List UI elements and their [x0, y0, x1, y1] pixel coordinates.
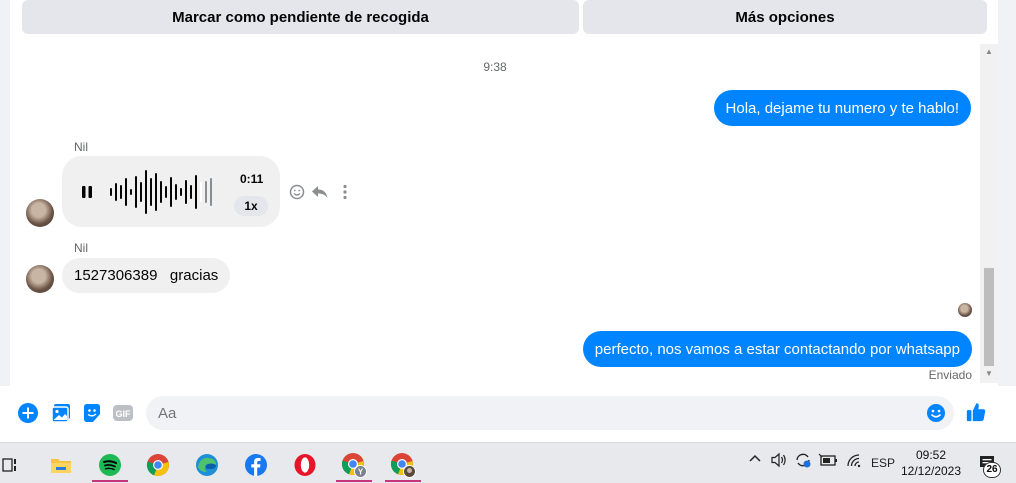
more-actions-icon[interactable]: [336, 183, 354, 201]
mark-pending-pickup-button[interactable]: Marcar como pendiente de recogida: [22, 0, 579, 34]
battery-icon[interactable]: [818, 452, 838, 471]
outgoing-message[interactable]: Hola, dejame tu numero y te hablo!: [713, 90, 971, 126]
svg-text:GIF: GIF: [116, 409, 132, 419]
seen-avatar: [958, 303, 972, 317]
message-text: 1527306389 gracias: [74, 267, 219, 284]
task-view-icon[interactable]: [0, 446, 32, 483]
system-clock[interactable]: 09:52 12/12/2023: [900, 447, 962, 479]
opera-icon[interactable]: [283, 446, 327, 483]
show-hidden-icons-icon[interactable]: [748, 452, 762, 469]
notification-count-badge: 26: [983, 462, 1001, 478]
file-explorer-icon[interactable]: [39, 446, 83, 483]
sender-name: Nil: [74, 140, 88, 154]
delivery-status: Enviado: [928, 368, 972, 382]
incoming-message[interactable]: 1527306389 gracias: [62, 258, 231, 293]
chrome-icon[interactable]: [136, 446, 180, 483]
message-text: perfecto, nos vamos a estar contactando …: [594, 340, 960, 358]
language-indicator[interactable]: ESP: [871, 456, 895, 470]
add-plus-icon[interactable]: [17, 402, 39, 424]
message-input[interactable]: [146, 396, 954, 430]
audio-waveform[interactable]: [108, 168, 218, 216]
wifi-icon[interactable]: [845, 452, 863, 471]
reply-icon[interactable]: [311, 183, 329, 201]
pause-icon[interactable]: [80, 185, 94, 199]
chrome-profile-2-icon[interactable]: [381, 446, 425, 483]
sync-icon[interactable]: [794, 452, 812, 471]
scroll-down-arrow-icon[interactable]: ▼: [984, 369, 994, 379]
active-indicator: [385, 480, 421, 482]
gif-icon[interactable]: GIF: [112, 402, 134, 424]
sender-name: Nil: [74, 241, 88, 255]
emoji-icon[interactable]: [925, 402, 947, 424]
sticker-icon[interactable]: [81, 402, 103, 424]
top-actions-bar: Marcar como pendiente de recogida Más op…: [10, 0, 998, 44]
volume-icon[interactable]: [770, 452, 788, 471]
message-text: Hola, dejame tu numero y te hablo!: [725, 99, 959, 117]
edge-icon[interactable]: [185, 446, 229, 483]
clock-time: 09:52: [915, 448, 947, 462]
svg-text:Y: Y: [358, 467, 364, 476]
react-emoji-icon[interactable]: [288, 183, 306, 201]
avatar[interactable]: [26, 265, 54, 293]
avatar[interactable]: [26, 199, 54, 227]
photo-icon[interactable]: [50, 402, 72, 424]
chrome-profile-y-icon[interactable]: Y: [332, 446, 376, 483]
active-indicator: [336, 480, 372, 482]
facebook-icon[interactable]: [234, 446, 278, 483]
active-indicator: [92, 480, 128, 482]
more-options-button[interactable]: Más opciones: [583, 0, 987, 34]
spotify-icon[interactable]: [88, 446, 132, 483]
scrollbar-thumb[interactable]: [984, 268, 994, 366]
like-thumb-icon[interactable]: [965, 401, 987, 423]
left-gutter: [0, 0, 10, 442]
right-gutter: [998, 0, 1016, 442]
clock-date: 12/12/2023: [900, 464, 962, 478]
message-timestamp: 9:38: [483, 60, 507, 74]
scroll-up-arrow-icon[interactable]: ▲: [984, 47, 994, 57]
audio-duration: 0:11: [240, 172, 264, 186]
playback-speed-button[interactable]: 1x: [234, 196, 268, 216]
outgoing-message[interactable]: perfecto, nos vamos a estar contactando …: [582, 331, 972, 367]
